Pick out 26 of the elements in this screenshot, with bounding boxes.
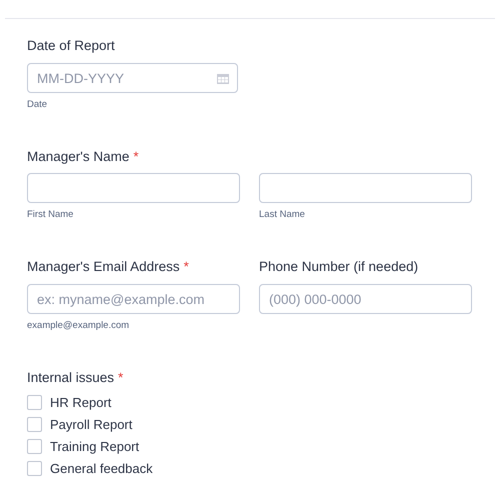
checkbox[interactable] — [27, 439, 42, 454]
field-sublabel: Date — [27, 99, 48, 110]
field-label: Manager's Email Address — [27, 259, 180, 274]
field-label: Manager's Name — [27, 149, 130, 164]
field-label: Date of Report — [27, 38, 115, 53]
calendar-icon[interactable] — [217, 73, 229, 84]
field-label: Internal issues — [27, 370, 114, 385]
required-marker: * — [118, 370, 124, 385]
field-sublabel: First Name — [27, 209, 74, 220]
option-label: General feedback — [50, 461, 153, 476]
input-field[interactable] — [27, 173, 240, 203]
option-label: Payroll Report — [50, 417, 132, 432]
input-field[interactable]: (000) 000-0000 — [259, 284, 472, 314]
checkbox[interactable] — [27, 461, 42, 476]
field-sublabel: example@example.com — [27, 320, 130, 331]
option-label: Training Report — [50, 439, 140, 454]
input-field[interactable]: MM-DD-YYYY — [27, 63, 238, 93]
input-field[interactable]: ex: myname@example.com — [27, 284, 240, 314]
checkbox[interactable] — [27, 395, 42, 410]
option-label: HR Report — [50, 395, 112, 410]
field-label: Phone Number (if needed) — [259, 259, 418, 274]
required-marker: * — [184, 259, 189, 274]
input-field[interactable] — [259, 173, 472, 203]
checkbox[interactable] — [27, 417, 42, 432]
required-marker: * — [133, 149, 139, 164]
field-sublabel: Last Name — [259, 209, 306, 220]
